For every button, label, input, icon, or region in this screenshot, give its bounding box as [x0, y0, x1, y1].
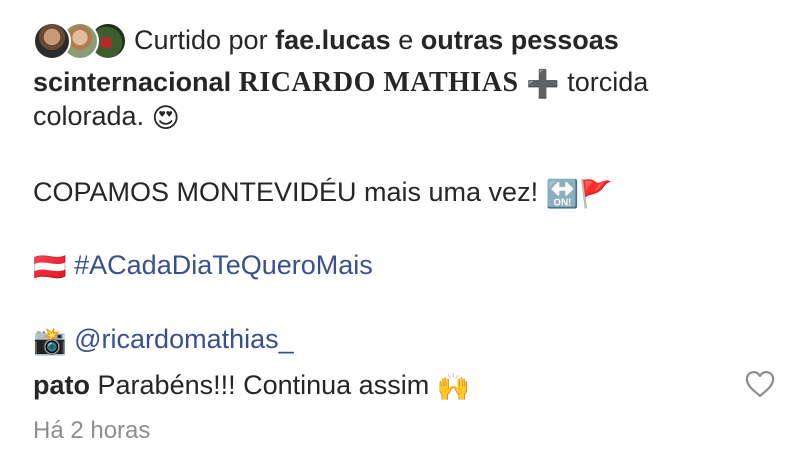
comment: pato Parabéns!!! Continua assim 🙌	[33, 368, 470, 404]
liked-others-link[interactable]: outras pessoas	[421, 25, 619, 55]
caption-text: COPAMOS MONTEVIDÉU mais uma vez!	[33, 177, 539, 207]
on-arrow-emoji-icon: 🔛	[545, 178, 580, 209]
liked-prefix: Curtido por	[134, 25, 268, 55]
flag-emoji-icon: 🇦🇹	[33, 251, 67, 282]
caption-line-5: 📸 @ricardomathias_	[33, 322, 294, 358]
comment-username-link[interactable]: pato	[33, 370, 90, 400]
raised-hands-emoji-icon: 🙌	[436, 371, 471, 402]
plus-emoji-icon: ➕	[526, 68, 560, 99]
liked-connector: e	[398, 25, 414, 55]
hashtag-link[interactable]: #ACadaDiaTeQueroMais	[74, 250, 373, 280]
camera-flash-emoji-icon: 📸	[33, 325, 67, 356]
liked-user-link[interactable]: fae.lucas	[275, 25, 391, 55]
caption-line-2: colorada. 😍	[33, 99, 180, 135]
caption-line-4: 🇦🇹 #ACadaDiaTeQueroMais	[33, 248, 373, 284]
mention-link[interactable]: @ricardomathias_	[74, 324, 294, 354]
avatar[interactable]	[33, 22, 71, 60]
comment-text: Parabéns!!! Continua assim	[97, 370, 430, 400]
liked-by-text: Curtido por fae.lucas e outras pessoas	[134, 23, 619, 57]
red-flag-emoji-icon: 🚩	[579, 178, 613, 209]
caption-text: torcida	[567, 67, 649, 97]
caption-username-link[interactable]: scinternacional	[33, 67, 231, 97]
liked-by-avatars[interactable]	[33, 22, 127, 60]
heart-eyes-emoji-icon: 😍	[151, 102, 180, 133]
caption-line-1: scinternacional RICARDO MATHIAS ➕ torcid…	[33, 65, 648, 101]
caption-line-3: COPAMOS MONTEVIDÉU mais uma vez! 🔛🚩	[33, 175, 613, 211]
caption-styled-name: RICARDO MATHIAS	[238, 67, 519, 98]
caption-text: colorada.	[33, 101, 145, 131]
timestamp: Há 2 horas	[33, 417, 151, 444]
like-comment-heart-icon[interactable]	[745, 370, 775, 398]
